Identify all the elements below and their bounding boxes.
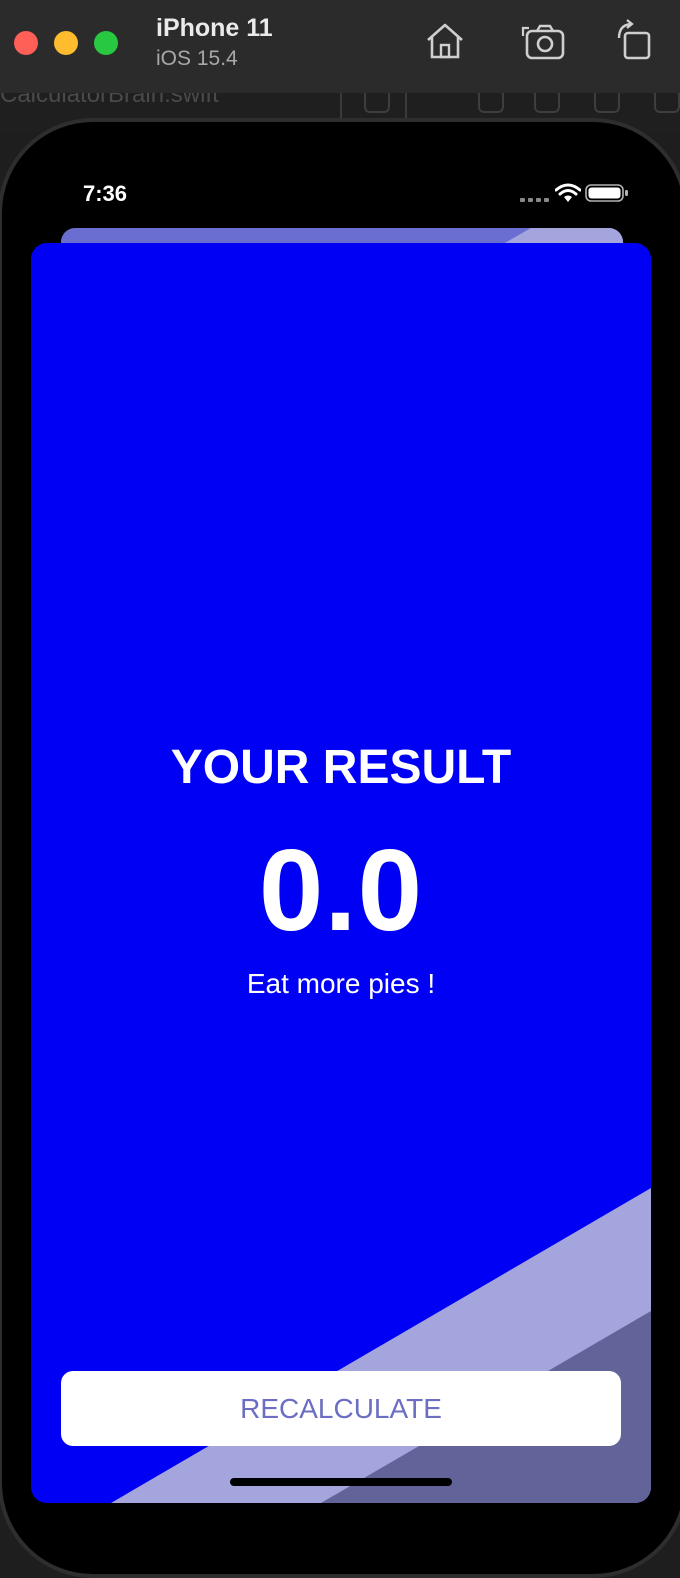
signal-icon xyxy=(520,198,549,202)
device-name: iPhone 11 xyxy=(156,14,273,42)
result-modal: YOUR RESULT 0.0 Eat more pies ! RECALCUL… xyxy=(31,243,651,1503)
status-time: 7:36 xyxy=(83,181,128,206)
result-title: YOUR RESULT xyxy=(170,741,512,794)
home-icon[interactable] xyxy=(422,18,468,64)
editor-file-tab: CalculatorBrain.swift xyxy=(0,93,219,108)
zoom-window-button[interactable] xyxy=(94,31,118,55)
battery-icon xyxy=(585,184,628,202)
editor-toolbar-icon xyxy=(594,93,620,113)
advice-label: Eat more pies ! xyxy=(246,968,436,999)
rotate-icon[interactable] xyxy=(613,18,659,64)
screenshot-camera-icon[interactable] xyxy=(521,18,567,64)
editor-toolbar-icon xyxy=(478,93,504,113)
home-indicator[interactable] xyxy=(230,1478,452,1486)
editor-toolbar-icon xyxy=(654,93,680,113)
close-window-button[interactable] xyxy=(14,31,38,55)
wifi-icon xyxy=(555,183,581,202)
editor-toolbar-icon xyxy=(364,93,390,113)
simulator-titlebar: iPhone 11 iOS 15.4 xyxy=(0,0,680,94)
bmi-value: 0.0 xyxy=(258,825,424,955)
minimize-window-button[interactable] xyxy=(54,31,78,55)
recalculate-button[interactable]: RECALCULATE xyxy=(61,1371,621,1446)
device-screen: 7:36 YOUR RESULT 0.0 Eat more pies ! REC… xyxy=(12,136,668,1536)
editor-toolbar-icon xyxy=(534,93,560,113)
os-version: iOS 15.4 xyxy=(156,47,238,70)
